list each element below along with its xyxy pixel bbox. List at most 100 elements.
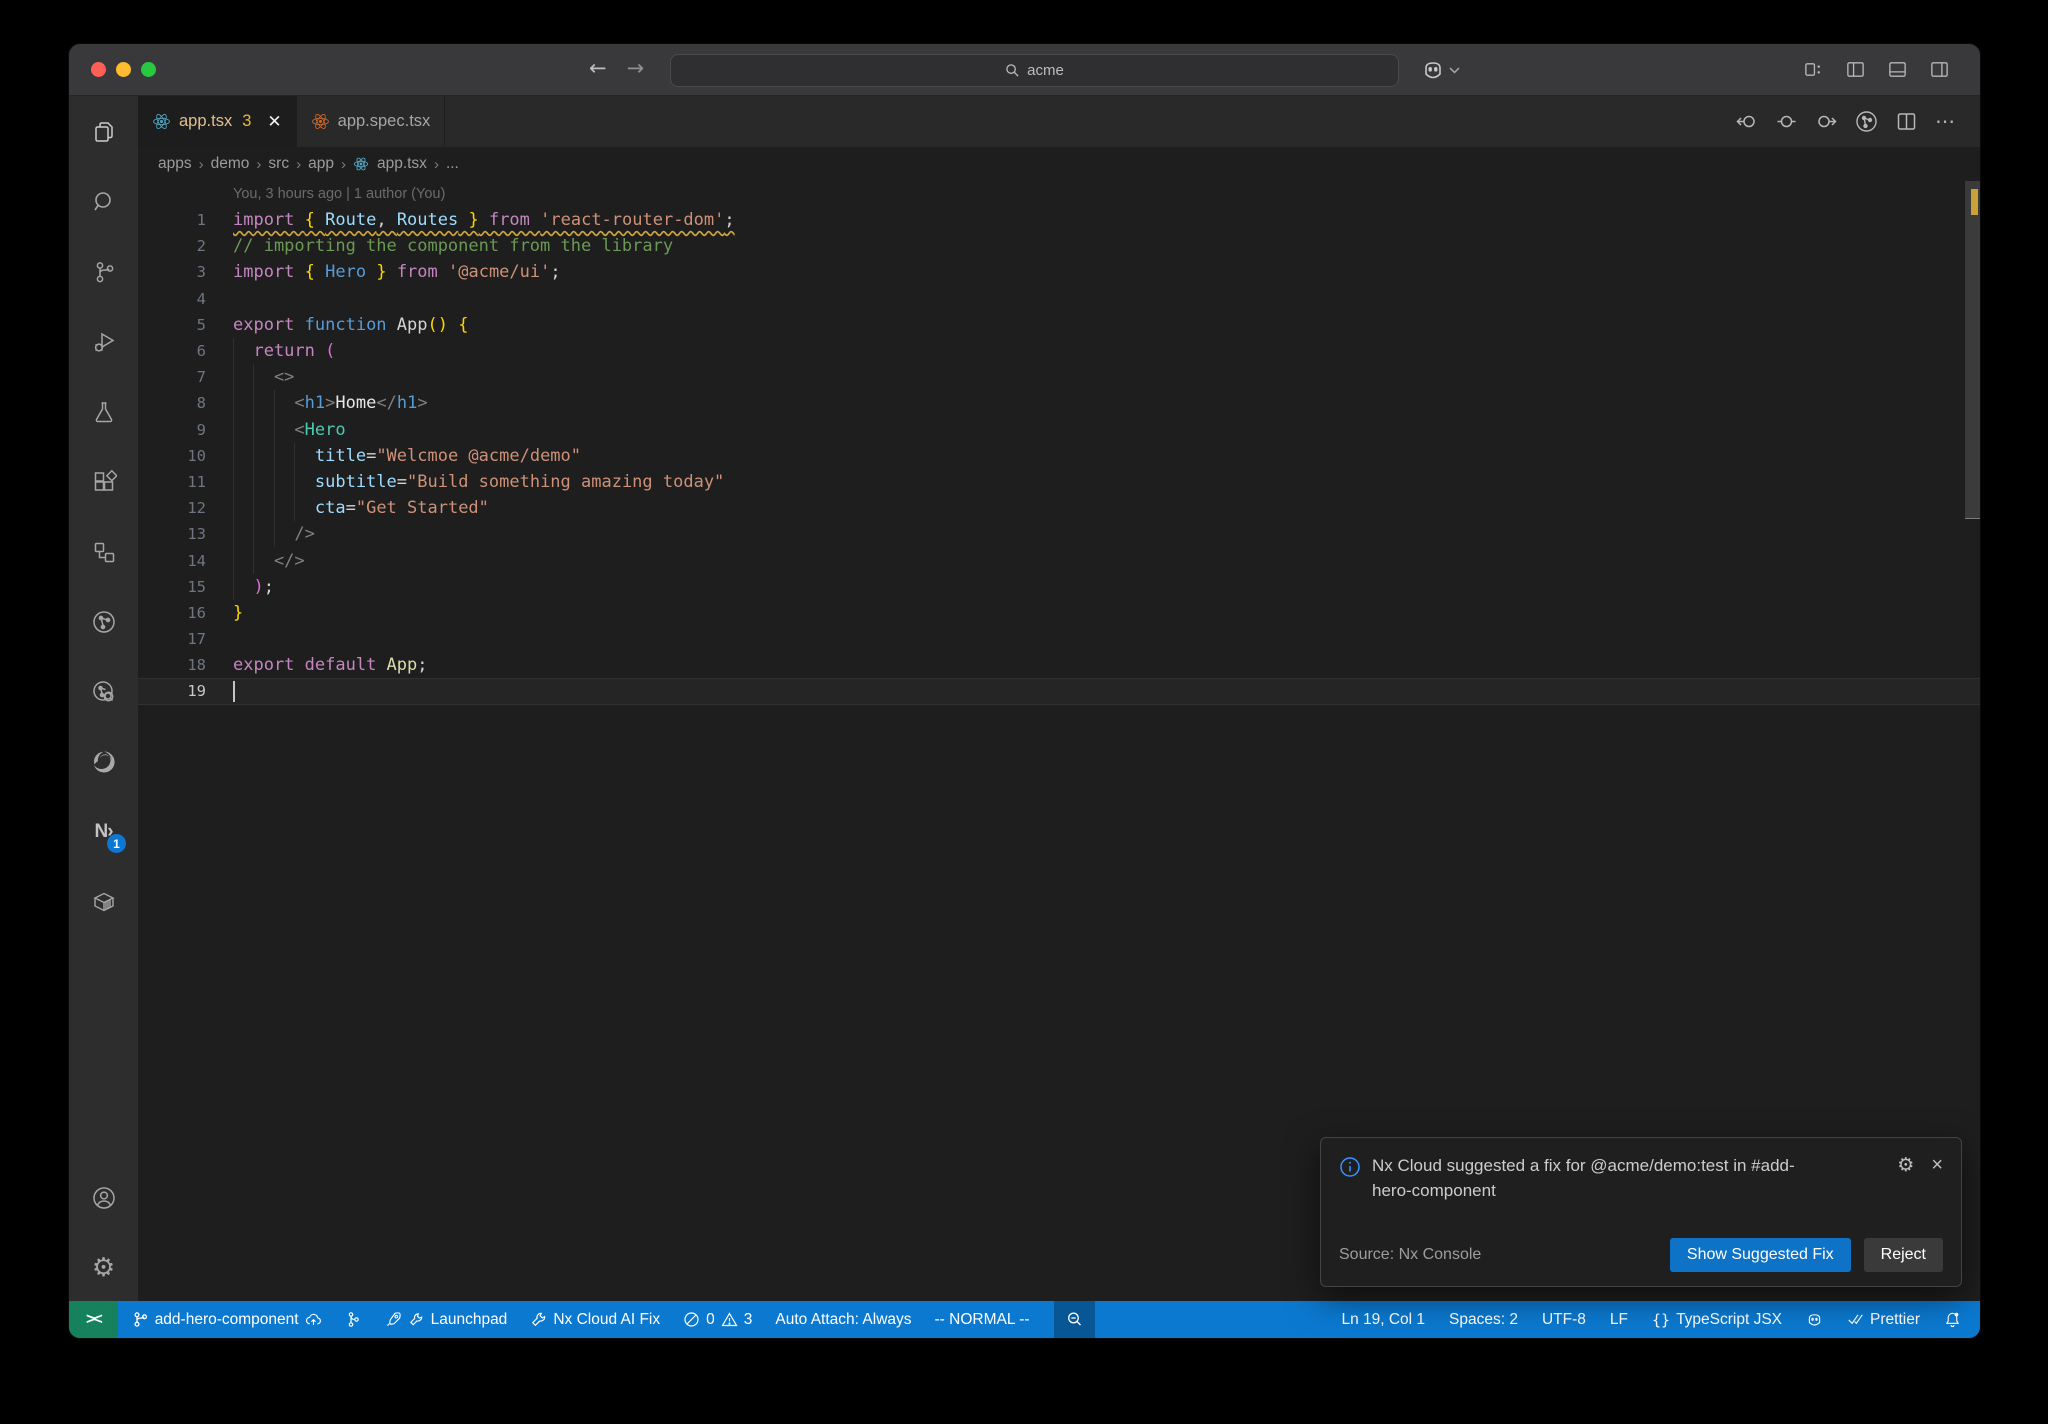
cursor-position-status[interactable]: Ln 19, Col 1 <box>1332 1301 1434 1338</box>
breadcrumb-item[interactable]: demo <box>211 155 250 173</box>
toggle-sidebar-icon[interactable] <box>1845 59 1866 80</box>
indent-guide <box>253 416 273 443</box>
settings-gear-icon[interactable]: ⚙ <box>90 1254 117 1281</box>
toggle-secondary-sidebar-icon[interactable] <box>1929 59 1950 80</box>
copilot-status[interactable] <box>1797 1301 1832 1338</box>
nx-console-icon[interactable]: N› 1 <box>90 818 126 853</box>
remote-indicator[interactable]: >< <box>69 1301 118 1338</box>
breadcrumb-separator-icon: › <box>340 155 346 173</box>
navigate-back-button[interactable]: ← <box>589 56 607 80</box>
double-check-icon <box>1848 1314 1863 1325</box>
language-mode-status[interactable]: {} TypeScript JSX <box>1643 1301 1791 1338</box>
code-line[interactable]: 4 <box>138 286 1980 312</box>
launchpad-button[interactable]: Launchpad <box>376 1301 517 1338</box>
indent-guide <box>253 364 273 391</box>
breadcrumb-item[interactable]: apps <box>158 155 192 173</box>
warning-squiggle: import { Route, Routes } from 'react-rou… <box>233 210 735 231</box>
reject-button[interactable]: Reject <box>1863 1238 1943 1272</box>
extensions-icon[interactable] <box>90 468 117 495</box>
run-debug-icon[interactable] <box>90 328 117 355</box>
tab-app-spec-tsx[interactable]: app.spec.tsx <box>297 96 446 147</box>
code-line[interactable]: 7 <> <box>138 364 1980 391</box>
tab-bar: app.tsx 3 ✕ app.spec.tsx ⋯ <box>138 96 1980 147</box>
editor[interactable]: You, 3 hours ago | 1 author (You) 1 impor… <box>138 181 1980 1301</box>
references-view-icon[interactable] <box>90 538 117 565</box>
breadcrumb-item[interactable]: app.tsx <box>377 155 427 173</box>
search-value: acme <box>1027 62 1064 79</box>
scrollbar-thumb[interactable] <box>1965 181 1980 519</box>
code-line[interactable]: 9 < Hero <box>138 416 1980 443</box>
code-line[interactable]: 17 <box>138 626 1980 652</box>
navigate-forward-edit-icon[interactable] <box>1815 110 1838 133</box>
testing-icon[interactable] <box>90 398 117 425</box>
git-branch-status[interactable]: add-hero-component <box>123 1301 331 1338</box>
nx-run-target-icon[interactable] <box>1855 110 1878 133</box>
notification-message: Nx Cloud suggested a fix for @acme/demo:… <box>1372 1156 1795 1200</box>
code-line[interactable]: 12 cta = "Get Started" <box>138 495 1980 522</box>
code-line[interactable]: 10 title = "Welcmoe @acme/demo" <box>138 442 1980 469</box>
code-line[interactable]: 6 return ( <box>138 337 1980 365</box>
zoom-indicator[interactable] <box>1053 1301 1095 1338</box>
nx-cloud-ai-fix-button[interactable]: Nx Cloud AI Fix <box>521 1301 669 1338</box>
navigate-forward-button[interactable]: → <box>627 56 645 80</box>
breadcrumb[interactable]: apps › demo › src › app › app.tsx ›... <box>138 147 1980 181</box>
account-icon[interactable] <box>90 1184 117 1211</box>
eol-status[interactable]: LF <box>1601 1301 1637 1338</box>
package-explorer-icon[interactable] <box>90 888 117 915</box>
auto-attach-status[interactable]: Auto Attach: Always <box>766 1301 920 1338</box>
zoom-window-button[interactable] <box>141 62 156 77</box>
code-line[interactable]: 5 export function App() { <box>138 312 1980 338</box>
notification-settings-icon[interactable]: ⚙ <box>1897 1154 1914 1176</box>
breadcrumb-item[interactable]: src <box>268 155 289 173</box>
minimize-window-button[interactable] <box>116 62 131 77</box>
code-line[interactable]: 18 export default App; <box>138 652 1980 678</box>
code-line[interactable]: 14 </> <box>138 547 1980 574</box>
overview-ruler-warning-marker <box>1971 189 1978 215</box>
indent-guide <box>294 468 314 496</box>
breadcrumb-item[interactable]: ... <box>446 155 459 173</box>
show-suggested-fix-button[interactable]: Show Suggested Fix <box>1669 1238 1851 1272</box>
indentation-status[interactable]: Spaces: 2 <box>1440 1301 1527 1338</box>
prettier-status[interactable]: Prettier <box>1838 1301 1929 1338</box>
more-actions-icon[interactable]: ⋯ <box>1935 109 1956 134</box>
notifications-bell[interactable] <box>1935 1301 1970 1338</box>
code-line[interactable]: 11 subtitle = "Build something amazing toda… <box>138 468 1980 496</box>
errors-icon <box>684 1312 699 1327</box>
navigate-position-icon[interactable] <box>1775 110 1798 133</box>
nx-graph-icon[interactable] <box>90 608 117 635</box>
code-line[interactable]: 13 /> <box>138 521 1980 548</box>
toggle-panel-icon[interactable] <box>1887 59 1908 80</box>
search-view-icon[interactable] <box>90 188 117 215</box>
source-control-icon[interactable] <box>90 258 117 285</box>
code-line[interactable]: 15); <box>138 573 1980 600</box>
react-icon <box>153 114 170 129</box>
nx-graph-search-icon[interactable] <box>90 678 117 705</box>
code-line[interactable]: 16} <box>138 600 1980 626</box>
indent-guide <box>273 416 294 443</box>
tab-app-tsx[interactable]: app.tsx 3 ✕ <box>138 96 297 147</box>
notification-close-icon[interactable]: × <box>1931 1154 1943 1177</box>
explorer-icon[interactable] <box>90 118 117 145</box>
vim-mode-status[interactable]: -- NORMAL -- <box>926 1301 1039 1338</box>
close-tab-icon[interactable]: ✕ <box>267 112 281 132</box>
chevron-down-icon <box>1449 67 1460 74</box>
copilot-menu-button[interactable] <box>1421 58 1460 82</box>
command-center-search[interactable]: acme <box>670 54 1399 87</box>
breadcrumb-item[interactable]: app <box>308 155 334 173</box>
code-line[interactable]: 8 < h1 > Home </h1 > <box>138 390 1980 417</box>
code-lines: 1 import { Route, Routes } from 'react-ro… <box>138 207 1980 705</box>
code-line[interactable]: 19 <box>138 678 1980 705</box>
edge-browser-icon[interactable] <box>90 748 117 775</box>
encoding-status[interactable]: UTF-8 <box>1533 1301 1595 1338</box>
git-graph-button[interactable] <box>336 1301 371 1338</box>
editor-scrollbar[interactable] <box>1965 181 1980 1301</box>
split-editor-icon[interactable] <box>1895 110 1918 133</box>
code-line[interactable]: 2 // importing the component from the lib… <box>138 233 1980 259</box>
problems-status[interactable]: 0 3 <box>674 1301 761 1338</box>
navigate-back-edit-icon[interactable] <box>1735 110 1758 133</box>
close-window-button[interactable] <box>91 62 106 77</box>
code-line[interactable]: 3 import { Hero } from '@acme/ui'; <box>138 259 1980 285</box>
indent-guide <box>233 390 253 417</box>
customize-layout-icon[interactable] <box>1803 59 1824 80</box>
code-line[interactable]: 1 import { Route, Routes } from 'react-ro… <box>138 207 1980 233</box>
